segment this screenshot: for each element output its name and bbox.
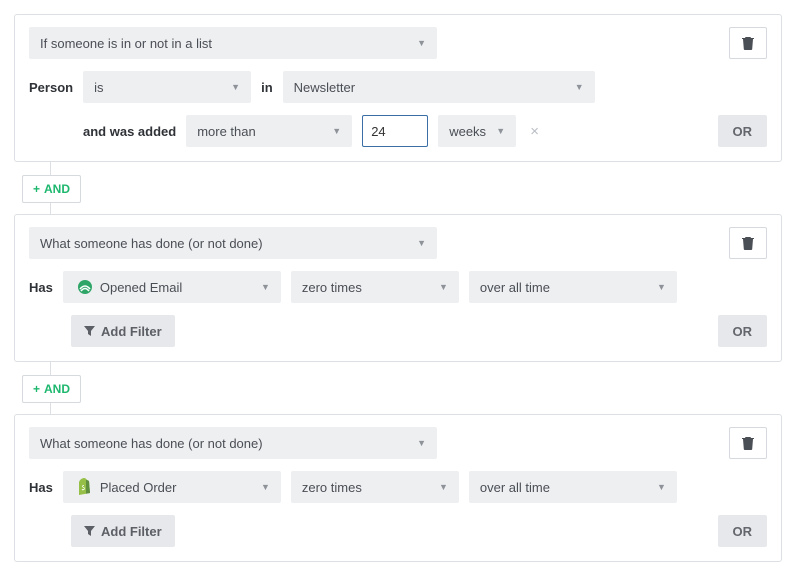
delete-button[interactable]	[729, 227, 767, 259]
chevron-down-icon: ▼	[407, 38, 426, 48]
or-button[interactable]: OR	[718, 515, 768, 547]
condition-type-label: What someone has done (or not done)	[40, 236, 263, 251]
condition-card-1: If someone is in or not in a list ▼ Pers…	[14, 14, 782, 162]
condition-type-select[interactable]: What someone has done (or not done) ▼	[29, 227, 437, 259]
unit-value: weeks	[449, 124, 486, 139]
has-label: Has	[29, 480, 53, 495]
timeframe-select[interactable]: over all time ▼	[469, 271, 677, 303]
event-select[interactable]: Opened Email ▼	[63, 271, 281, 303]
or-label: OR	[733, 524, 753, 539]
unit-select[interactable]: weeks ▼	[438, 115, 516, 147]
trash-icon	[742, 236, 754, 250]
event-value: Opened Email	[100, 280, 182, 295]
count-value: zero times	[302, 480, 362, 495]
add-filter-label: Add Filter	[101, 524, 162, 539]
count-select[interactable]: zero times ▼	[291, 271, 459, 303]
condition-card-3: What someone has done (or not done) ▼ Ha…	[14, 414, 782, 562]
and-button[interactable]: + AND	[22, 375, 81, 403]
comparator-value: more than	[197, 124, 256, 139]
list-value: Newsletter	[294, 80, 355, 95]
number-input[interactable]	[362, 115, 428, 147]
clear-button[interactable]: ×	[526, 123, 543, 140]
person-label: Person	[29, 80, 73, 95]
delete-button[interactable]	[729, 27, 767, 59]
trash-icon	[742, 36, 754, 50]
chevron-down-icon: ▼	[251, 482, 270, 492]
trash-icon	[742, 436, 754, 450]
plus-icon: +	[33, 182, 40, 196]
or-label: OR	[733, 124, 753, 139]
plus-icon: +	[33, 382, 40, 396]
close-icon: ×	[530, 123, 539, 140]
chevron-down-icon: ▼	[251, 282, 270, 292]
filter-icon	[84, 526, 95, 537]
add-filter-button[interactable]: Add Filter	[71, 315, 175, 347]
count-select[interactable]: zero times ▼	[291, 471, 459, 503]
and-label: AND	[44, 382, 70, 396]
klaviyo-icon	[74, 276, 96, 298]
event-value: Placed Order	[100, 480, 177, 495]
count-value: zero times	[302, 280, 362, 295]
or-button[interactable]: OR	[718, 115, 768, 147]
person-op-value: is	[94, 80, 103, 95]
shopify-icon	[74, 476, 96, 498]
condition-type-label: What someone has done (or not done)	[40, 436, 263, 451]
timeframe-select[interactable]: over all time ▼	[469, 471, 677, 503]
comparator-select[interactable]: more than ▼	[186, 115, 352, 147]
condition-type-select[interactable]: If someone is in or not in a list ▼	[29, 27, 437, 59]
chevron-down-icon: ▼	[486, 126, 505, 136]
timeframe-value: over all time	[480, 280, 550, 295]
condition-type-label: If someone is in or not in a list	[40, 36, 212, 51]
chevron-down-icon: ▼	[407, 438, 426, 448]
added-label: and was added	[83, 124, 176, 139]
chevron-down-icon: ▼	[322, 126, 341, 136]
chevron-down-icon: ▼	[647, 482, 666, 492]
connector: + AND	[14, 362, 782, 414]
filter-icon	[84, 326, 95, 337]
timeframe-value: over all time	[480, 480, 550, 495]
or-label: OR	[733, 324, 753, 339]
event-select[interactable]: Placed Order ▼	[63, 471, 281, 503]
condition-type-select[interactable]: What someone has done (or not done) ▼	[29, 427, 437, 459]
chevron-down-icon: ▼	[565, 82, 584, 92]
condition-card-2: What someone has done (or not done) ▼ Ha…	[14, 214, 782, 362]
connector: + AND	[14, 162, 782, 214]
chevron-down-icon: ▼	[407, 238, 426, 248]
in-label: in	[261, 80, 273, 95]
or-button[interactable]: OR	[718, 315, 768, 347]
and-label: AND	[44, 182, 70, 196]
chevron-down-icon: ▼	[429, 282, 448, 292]
person-op-select[interactable]: is ▼	[83, 71, 251, 103]
add-filter-button[interactable]: Add Filter	[71, 515, 175, 547]
chevron-down-icon: ▼	[647, 282, 666, 292]
chevron-down-icon: ▼	[429, 482, 448, 492]
add-filter-label: Add Filter	[101, 324, 162, 339]
chevron-down-icon: ▼	[221, 82, 240, 92]
has-label: Has	[29, 280, 53, 295]
and-button[interactable]: + AND	[22, 175, 81, 203]
delete-button[interactable]	[729, 427, 767, 459]
list-select[interactable]: Newsletter ▼	[283, 71, 595, 103]
